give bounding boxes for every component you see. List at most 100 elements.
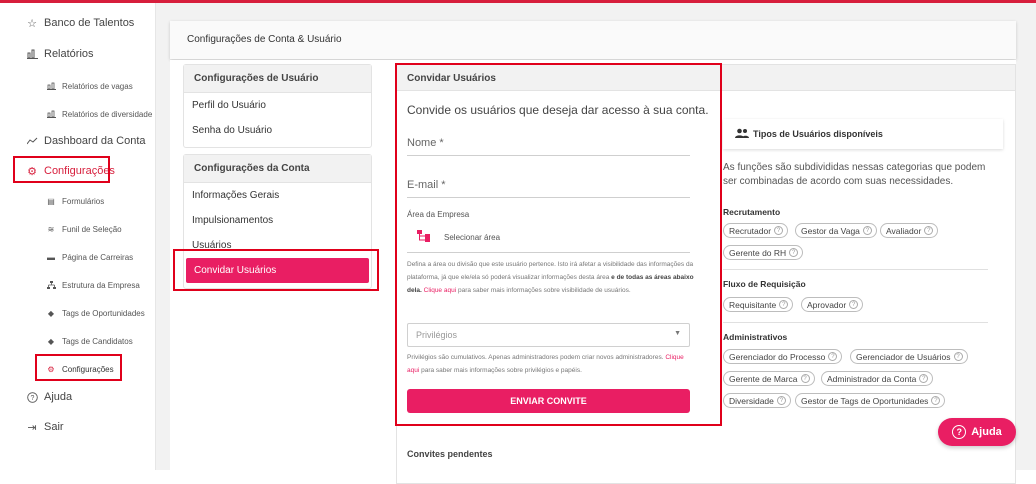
- help-icon[interactable]: ?: [924, 226, 934, 235]
- tag-icon: ◆: [47, 336, 55, 346]
- sidebar-subitem-label: Página de Carreiras: [62, 252, 134, 262]
- sidebar-item-label: Relatórios: [44, 48, 94, 60]
- chip-label: Gestor da Vaga: [801, 225, 860, 236]
- sidebar-subitem-label: Formulários: [62, 196, 105, 206]
- help-icon[interactable]: ?: [953, 352, 963, 361]
- sidebar-subitem-label: Estrutura da Empresa: [62, 280, 140, 290]
- sidebar-subitem-funil[interactable]: ≋ Funil de Seleção: [46, 224, 122, 234]
- chip-label: Diversidade: [729, 395, 774, 406]
- sidebar-item-label: Banco de Talentos: [44, 17, 135, 29]
- trend-icon: [26, 135, 38, 147]
- chip-label: Administrador da Conta: [827, 373, 917, 384]
- user-types-description: As funções são subdivididas nessas categ…: [723, 162, 986, 187]
- user-types-header: Tipos de Usuários disponíveis: [723, 119, 1003, 149]
- menu-link-senha[interactable]: Senha do Usuário: [184, 118, 371, 143]
- chip-gerenciador-processo[interactable]: Gerenciador do Processo?: [723, 349, 843, 364]
- sidebar-subitem-relatorios-vagas[interactable]: Relatórios de vagas: [46, 81, 133, 91]
- chip-gestor-da-vaga[interactable]: Gestor da Vaga?: [795, 223, 877, 238]
- highlight-box-convidar: [173, 249, 379, 291]
- user-types-title: Tipos de Usuários disponíveis: [753, 129, 883, 139]
- page-title: Configurações de Conta & Usuário: [187, 34, 342, 45]
- sidebar-subitem-label: Funil de Seleção: [62, 224, 122, 234]
- sidebar-item-ajuda[interactable]: ? Ajuda: [26, 391, 72, 403]
- help-circle-icon: ?: [26, 391, 38, 403]
- category-title-administrativos: Administrativos: [723, 332, 788, 342]
- help-icon[interactable]: ?: [828, 352, 838, 361]
- chip-label: Requisitante: [729, 299, 777, 310]
- users-icon: [735, 128, 749, 141]
- help-icon[interactable]: ?: [789, 248, 799, 257]
- sidebar-subitem-label: Relatórios de diversidade: [62, 109, 153, 119]
- highlight-box-invite-form: [395, 63, 722, 426]
- bar-chart-icon: [46, 81, 56, 91]
- help-button[interactable]: ? Ajuda: [938, 418, 1016, 446]
- help-icon[interactable]: ?: [776, 396, 786, 405]
- star-icon: ☆: [27, 17, 37, 30]
- help-icon[interactable]: ?: [931, 396, 941, 405]
- svg-text:?: ?: [30, 395, 34, 402]
- tag-icon: ◆: [47, 308, 55, 318]
- chip-label: Gerenciador do Processo: [729, 351, 826, 362]
- sidebar-subitem-formularios[interactable]: ▤ Formulários: [46, 196, 104, 206]
- chip-avaliador[interactable]: Avaliador?: [880, 223, 939, 238]
- chip-label: Recrutador: [729, 225, 772, 236]
- user-types-panel: Tipos de Usuários disponíveis As funções…: [723, 119, 1003, 419]
- bar-chart-icon: [26, 48, 38, 60]
- chip-gerente-do-rh[interactable]: Gerente do RH?: [723, 245, 804, 260]
- help-icon[interactable]: ?: [779, 300, 789, 309]
- sidebar-subitem-label: Tags de Candidatos: [62, 336, 133, 346]
- chip-gestor-tags[interactable]: Gestor de Tags de Oportunidades?: [795, 393, 946, 408]
- chip-label: Gerenciador de Usuários: [856, 351, 951, 362]
- sidebar: ☆ Banco de Talentos Relatórios Relatório…: [0, 3, 156, 470]
- help-icon[interactable]: ?: [800, 374, 810, 383]
- menu-link-perfil[interactable]: Perfil do Usuário: [184, 93, 371, 118]
- form-icon: ▤: [47, 196, 55, 206]
- page-icon: ▬: [47, 252, 55, 262]
- category-title-recrutamento: Recrutamento: [723, 207, 781, 217]
- chip-recrutador[interactable]: Recrutador?: [723, 223, 789, 238]
- pending-invites-title: Convites pendentes: [407, 449, 493, 459]
- bar-chart-icon: [46, 109, 56, 119]
- sidebar-subitem-estrutura[interactable]: Estrutura da Empresa: [46, 280, 140, 290]
- sidebar-item-sair[interactable]: ⇥ Sair: [26, 421, 64, 434]
- chip-gerente-marca[interactable]: Gerente de Marca?: [723, 371, 815, 386]
- sidebar-item-label: Ajuda: [44, 391, 73, 403]
- menu-link-impulsionamentos[interactable]: Impulsionamentos: [184, 208, 371, 233]
- sidebar-subitem-label: Relatórios de vagas: [62, 81, 133, 91]
- help-icon[interactable]: ?: [774, 226, 784, 235]
- sidebar-subitem-pagina-carreiras[interactable]: ▬ Página de Carreiras: [46, 252, 133, 262]
- main-area: Configurações de Conta & Usuário Configu…: [156, 3, 1036, 484]
- chip-administrador-conta[interactable]: Administrador da Conta?: [821, 371, 934, 386]
- sidebar-subitem-relatorios-diversidade[interactable]: Relatórios de diversidade: [46, 109, 152, 119]
- highlight-box-configuracoes: [13, 156, 110, 183]
- help-button-label: Ajuda: [971, 426, 1002, 438]
- sidebar-item-banco-de-talentos[interactable]: ☆ Banco de Talentos: [26, 17, 135, 30]
- divider: [723, 269, 988, 270]
- help-circle-icon: ?: [952, 425, 967, 439]
- sidebar-subitem-tags-candidatos[interactable]: ◆ Tags de Candidatos: [46, 336, 133, 346]
- help-icon[interactable]: ?: [862, 226, 872, 235]
- chip-aprovador[interactable]: Aprovador?: [801, 297, 864, 312]
- chip-label: Aprovador: [807, 299, 847, 310]
- user-settings-menu: Configurações de Usuário Perfil do Usuár…: [183, 64, 372, 148]
- org-chart-icon: [46, 280, 56, 290]
- sidebar-item-label: Dashboard da Conta: [44, 135, 146, 147]
- menu-title: Configurações da Conta: [184, 155, 371, 183]
- highlight-box-configuracoes-sub: [35, 354, 122, 381]
- help-icon[interactable]: ?: [919, 374, 929, 383]
- chip-label: Gerente do RH: [729, 247, 787, 258]
- chip-label: Gestor de Tags de Oportunidades: [801, 395, 929, 406]
- sidebar-item-dashboard[interactable]: Dashboard da Conta: [26, 135, 146, 147]
- menu-link-informacoes-gerais[interactable]: Informações Gerais: [184, 183, 371, 208]
- sidebar-item-label: Sair: [44, 421, 64, 433]
- chip-diversidade[interactable]: Diversidade?: [723, 393, 791, 408]
- sidebar-subitem-tags-oportunidades[interactable]: ◆ Tags de Oportunidades: [46, 308, 145, 318]
- sidebar-item-relatorios[interactable]: Relatórios: [26, 48, 94, 60]
- category-title-fluxo: Fluxo de Requisição: [723, 279, 806, 289]
- chip-label: Gerente de Marca: [729, 373, 798, 384]
- sidebar-subitem-label: Tags de Oportunidades: [62, 308, 145, 318]
- chip-requisitante[interactable]: Requisitante?: [723, 297, 794, 312]
- help-icon[interactable]: ?: [849, 300, 859, 309]
- chip-gerenciador-usuarios[interactable]: Gerenciador de Usuários?: [850, 349, 968, 364]
- logout-icon: ⇥: [27, 421, 37, 434]
